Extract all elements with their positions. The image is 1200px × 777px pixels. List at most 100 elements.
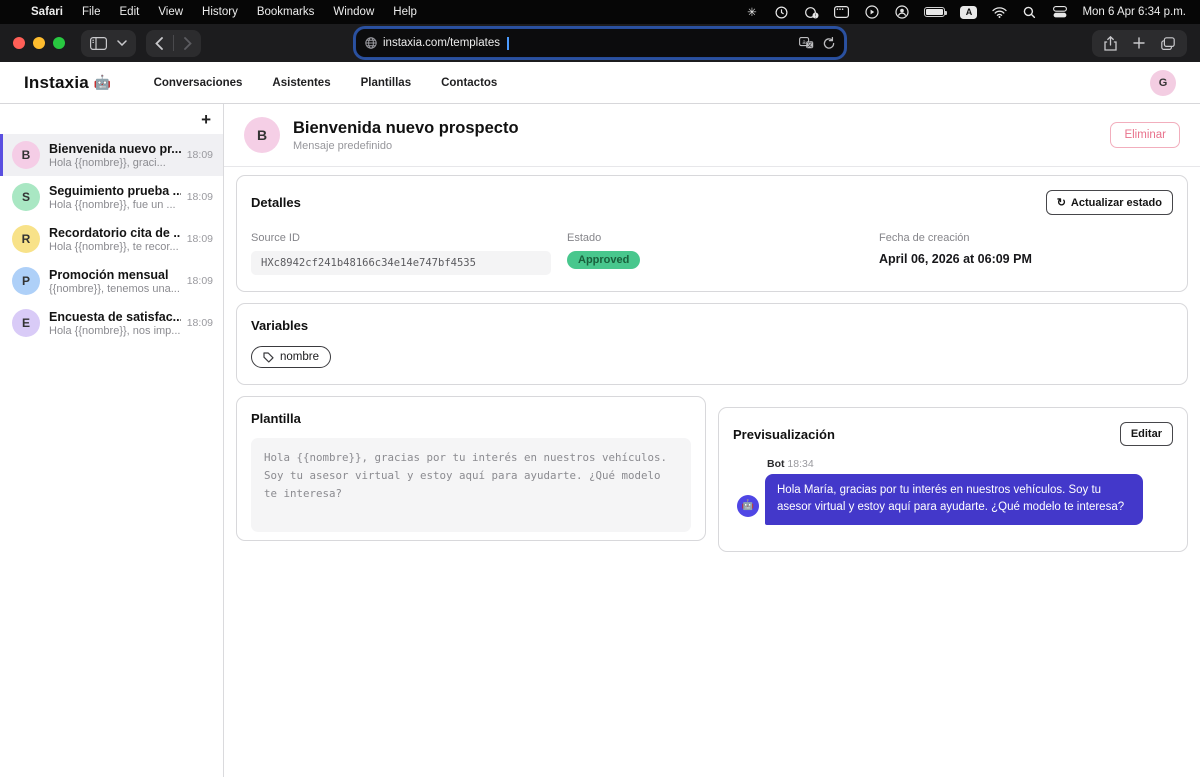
template-list-sidebar: + B Bienvenida nuevo pr... Hola {{nombre… — [0, 104, 224, 777]
new-tab-icon[interactable] — [1133, 37, 1145, 49]
delete-button[interactable]: Eliminar — [1110, 122, 1180, 148]
bot-message-time: 18:34 — [787, 458, 813, 470]
edit-button[interactable]: Editar — [1120, 422, 1173, 446]
template-list-item[interactable]: R Recordatorio cita de ... Hola {{nombre… — [0, 218, 223, 260]
control-center-icon[interactable] — [1052, 5, 1067, 20]
template-title: Promoción mensual — [49, 268, 180, 282]
chevron-down-icon[interactable] — [117, 40, 127, 46]
refresh-icon: ↻ — [1057, 196, 1066, 209]
nav-divider — [173, 35, 174, 51]
status-label: Estado — [567, 232, 879, 244]
nav-plantillas[interactable]: Plantillas — [361, 77, 412, 89]
close-window-button[interactable] — [13, 37, 25, 49]
svg-text:文: 文 — [807, 41, 813, 49]
bot-sender-name: Bot — [767, 458, 785, 470]
template-title: Encuesta de satisfac... — [49, 310, 181, 324]
variable-chip[interactable]: nombre — [251, 346, 331, 368]
menu-help[interactable]: Help — [393, 6, 417, 18]
detail-avatar: B — [244, 117, 280, 153]
globe-icon — [365, 37, 377, 49]
add-template-button[interactable]: + — [201, 111, 211, 128]
template-avatar: S — [12, 183, 40, 211]
brand-logo[interactable]: Instaxia 🤖 — [24, 73, 112, 93]
template-snippet: {{nombre}}, tenemos una... — [49, 283, 180, 295]
variables-card: Variables nombre — [236, 303, 1188, 385]
template-title: Seguimiento prueba ... — [49, 184, 181, 198]
minimize-window-button[interactable] — [33, 37, 45, 49]
preview-card: Previsualización Editar 🤖 Bot 18:34 Hola… — [718, 407, 1188, 552]
details-card: Detalles ↻ Actualizar estado Source ID H… — [236, 175, 1188, 292]
chat-preview: 🤖 Bot 18:34 Hola María, gracias por tu i… — [733, 458, 1173, 525]
detail-header: B Bienvenida nuevo prospecto Mensaje pre… — [224, 104, 1200, 167]
forward-button[interactable] — [184, 37, 192, 50]
share-icon[interactable] — [1104, 36, 1117, 51]
nav-conversaciones[interactable]: Conversaciones — [154, 77, 243, 89]
refresh-status-button[interactable]: ↻ Actualizar estado — [1046, 190, 1173, 215]
user-avatar[interactable]: G — [1150, 70, 1176, 96]
menu-file[interactable]: File — [82, 6, 101, 18]
zoom-window-button[interactable] — [53, 37, 65, 49]
app-nav: Instaxia 🤖 Conversaciones Asistentes Pla… — [0, 62, 1200, 104]
source-id-value: HXc8942cf241b48166c34e14e747bf4535 — [251, 251, 551, 275]
text-cursor — [507, 37, 509, 50]
user-circle-icon[interactable] — [894, 5, 909, 20]
bot-message-bubble: Hola María, gracias por tu interés en nu… — [765, 474, 1143, 525]
reload-icon[interactable] — [823, 37, 835, 50]
source-id-label: Source ID — [251, 232, 567, 244]
nav-links: Conversaciones Asistentes Plantillas Con… — [154, 77, 498, 89]
back-button[interactable] — [155, 37, 163, 50]
bot-avatar-icon: 🤖 — [737, 495, 759, 517]
template-list: B Bienvenida nuevo pr... Hola {{nombre}}… — [0, 134, 223, 344]
template-card-title: Plantilla — [251, 411, 691, 426]
page-title: Bienvenida nuevo prospecto — [293, 119, 519, 138]
nav-asistentes[interactable]: Asistentes — [272, 77, 330, 89]
toolbar-right-group — [1092, 30, 1187, 57]
menu-view[interactable]: View — [158, 6, 183, 18]
wifi-icon[interactable] — [992, 5, 1007, 20]
spotlight-search-icon[interactable] — [1022, 5, 1037, 20]
menu-edit[interactable]: Edit — [120, 6, 140, 18]
address-bar[interactable]: instaxia.com/templates a文 — [356, 29, 844, 57]
window-tiles-icon[interactable] — [834, 5, 849, 20]
menu-window[interactable]: Window — [333, 6, 374, 18]
template-avatar: R — [12, 225, 40, 253]
battery-icon[interactable] — [924, 7, 945, 17]
menu-bar-clock[interactable]: Mon 6 Apr 6:34 p.m. — [1082, 6, 1186, 18]
screen-time-icon[interactable] — [774, 5, 789, 20]
created-value: April 06, 2026 at 06:09 PM — [879, 252, 1032, 266]
play-circle-icon[interactable] — [864, 5, 879, 20]
template-time: 18:09 — [181, 275, 213, 287]
translate-icon[interactable]: a文 — [799, 37, 814, 49]
template-avatar: P — [12, 267, 40, 295]
template-card: Plantilla Hola {{nombre}}, gracias por t… — [236, 396, 706, 541]
sparkle-icon[interactable]: ✳ — [744, 5, 759, 20]
template-list-item[interactable]: P Promoción mensual {{nombre}}, tenemos … — [0, 260, 223, 302]
template-time: 18:09 — [181, 233, 213, 245]
menu-bookmarks[interactable]: Bookmarks — [257, 6, 315, 18]
template-list-item[interactable]: S Seguimiento prueba ... Hola {{nombre}}… — [0, 176, 223, 218]
tab-overview-icon[interactable] — [1161, 37, 1175, 50]
safari-toolbar: instaxia.com/templates a文 — [0, 24, 1200, 62]
template-detail-pane: B Bienvenida nuevo prospecto Mensaje pre… — [224, 104, 1200, 777]
template-list-item[interactable]: B Bienvenida nuevo pr... Hola {{nombre}}… — [0, 134, 223, 176]
template-title: Recordatorio cita de ... — [49, 226, 181, 240]
url-text[interactable]: instaxia.com/templates — [383, 37, 500, 49]
menu-history[interactable]: History — [202, 6, 238, 18]
template-time: 18:09 — [181, 149, 213, 161]
template-list-item[interactable]: E Encuesta de satisfac... Hola {{nombre}… — [0, 302, 223, 344]
variables-card-title: Variables — [251, 318, 1173, 333]
template-snippet: Hola {{nombre}}, graci... — [49, 157, 181, 169]
notification-badge-icon[interactable]: ! — [804, 5, 819, 20]
brand-name: Instaxia — [24, 73, 89, 93]
input-source-icon[interactable]: A — [960, 6, 977, 19]
template-avatar: E — [12, 309, 40, 337]
sidebar-toggle-icon[interactable] — [90, 37, 107, 50]
menu-safari[interactable]: Safari — [31, 6, 63, 18]
page-subtitle: Mensaje predefinido — [293, 140, 519, 152]
template-body: Hola {{nombre}}, gracias por tu interés … — [251, 438, 691, 532]
template-time: 18:09 — [181, 191, 213, 203]
template-title: Bienvenida nuevo pr... — [49, 142, 181, 156]
history-nav-group — [146, 30, 201, 57]
window-controls — [13, 37, 65, 49]
nav-contactos[interactable]: Contactos — [441, 77, 497, 89]
